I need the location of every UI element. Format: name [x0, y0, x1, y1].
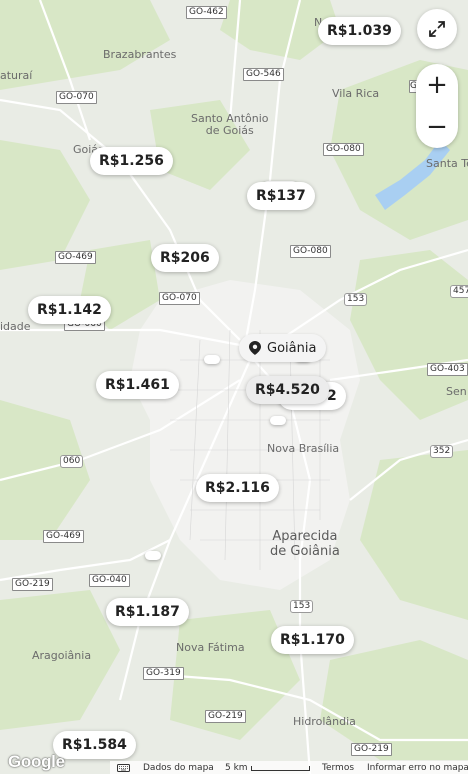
road-shield: GO-469 — [43, 530, 84, 543]
price-marker[interactable]: R$1.039 — [318, 17, 401, 45]
price-marker[interactable]: R$1.170 — [271, 626, 354, 654]
fullscreen-button[interactable] — [417, 9, 457, 49]
price-marker[interactable]: R$1.461 — [96, 371, 179, 399]
price-marker[interactable]: R$137 — [247, 182, 315, 210]
report-error-link[interactable]: Informar erro no mapa — [367, 762, 468, 774]
place-label-hidrolandia: Hidrolândia — [293, 715, 356, 728]
scale-label: 5 km — [225, 763, 248, 773]
city-label-goiania[interactable]: Goiânia — [239, 334, 327, 362]
keyboard-icon[interactable] — [117, 764, 130, 772]
road-shield: GO-403 — [427, 363, 468, 376]
road-shield: GO-219 — [205, 710, 246, 723]
place-label-itaurai: aturaí — [0, 69, 33, 82]
price-marker[interactable]: R$1.142 — [28, 296, 111, 324]
place-label-santo-antonio: Santo Antônio de Goiás — [191, 113, 269, 137]
road-shield: 060 — [60, 455, 84, 468]
zoom-in-button[interactable]: + — [416, 64, 458, 106]
map-marker-dot[interactable] — [270, 416, 286, 425]
price-marker[interactable]: R$1.256 — [90, 147, 173, 175]
expand-icon — [429, 21, 445, 37]
map-data-link[interactable]: Dados do mapa — [143, 762, 214, 774]
city-name: Goiânia — [267, 340, 317, 356]
road-shield: GO-070 — [159, 292, 200, 305]
road-shield: GO-219 — [12, 578, 53, 591]
road-shield: GO-462 — [186, 6, 227, 19]
map-marker-dot[interactable] — [145, 551, 161, 560]
road-shield: 153 — [344, 293, 368, 306]
zoom-out-icon: − — [426, 112, 448, 142]
price-marker[interactable]: R$1.584 — [53, 731, 136, 759]
place-label-idade: idade — [0, 320, 31, 333]
price-marker-selected[interactable]: R$4.520 — [246, 376, 329, 404]
zoom-out-button[interactable]: − — [416, 106, 458, 148]
aparecida-text: Aparecida de Goiânia — [270, 529, 340, 559]
terms-link[interactable]: Termos — [322, 762, 354, 774]
road-shield: GO-469 — [55, 251, 96, 264]
place-label-brazabrantes: Brazabrantes — [103, 48, 177, 61]
zoom-in-icon: + — [426, 70, 448, 100]
road-shield: GO-219 — [351, 743, 392, 756]
map-marker-dot[interactable] — [204, 355, 220, 364]
place-label-sen: Sen — [446, 385, 467, 398]
scale-bar — [251, 766, 310, 771]
santo-antonio-text: Santo Antônio de Goiás — [191, 112, 269, 137]
place-label-vila-rica: Vila Rica — [332, 87, 380, 100]
place-label-nova-fatima: Nova Fátima — [176, 641, 245, 654]
road-shield: 352 — [430, 445, 454, 458]
road-shield: GO-080 — [323, 143, 364, 156]
place-label-aparecida: Aparecida de Goiânia — [270, 529, 340, 559]
road-shield: GO-070 — [56, 91, 97, 104]
price-marker[interactable]: R$1.187 — [106, 598, 189, 626]
price-marker[interactable]: R$206 — [151, 244, 219, 272]
road-shield: GO-319 — [143, 667, 184, 680]
road-shield: GO-546 — [243, 68, 284, 81]
place-label-nova-brasilia: Nova Brasília — [267, 442, 340, 455]
road-shield: GO-040 — [89, 574, 130, 587]
place-label-santa-te: Santa Te — [426, 157, 468, 170]
zoom-control: + − — [416, 64, 458, 148]
google-logo: Google — [8, 752, 65, 771]
road-shield: GO-080 — [290, 245, 331, 258]
road-shield: 153 — [290, 600, 314, 613]
location-pin-icon — [249, 341, 261, 355]
place-label-aragoiania: Aragoiânia — [32, 649, 92, 662]
road-shield: 457 — [450, 285, 468, 298]
price-marker[interactable]: R$2.116 — [196, 474, 279, 502]
